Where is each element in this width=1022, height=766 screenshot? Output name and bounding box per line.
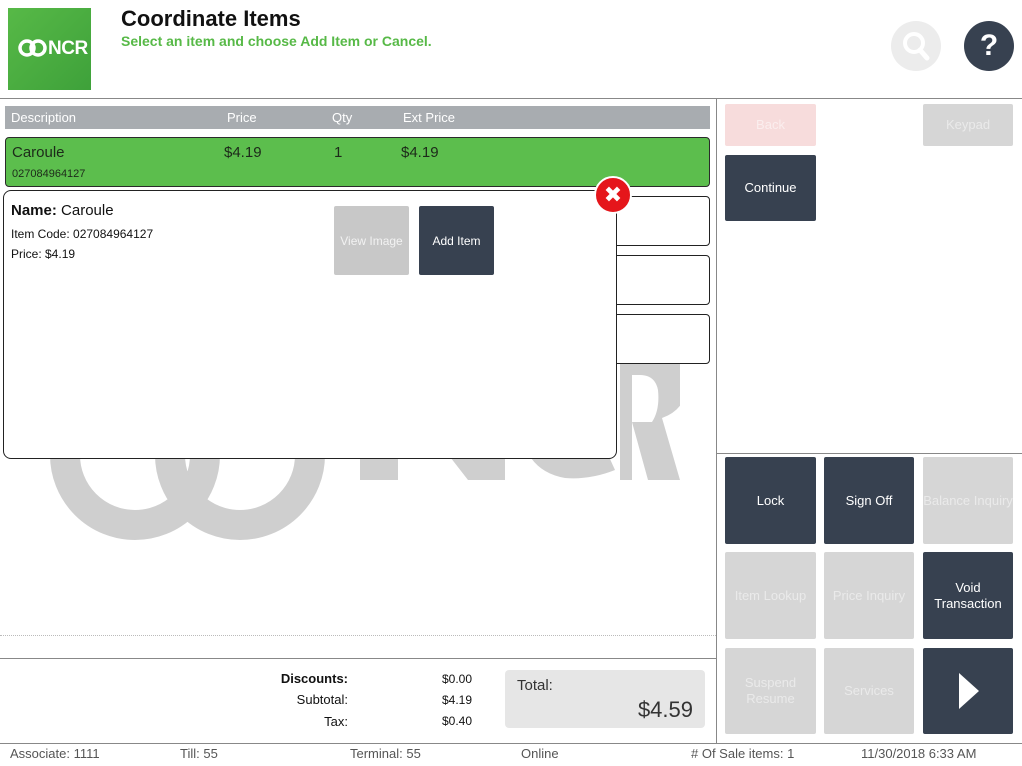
search-button[interactable] [891, 21, 941, 71]
total-amount: $4.59 [637, 697, 693, 722]
status-datetime: 11/30/2018 6:33 AM [861, 746, 977, 761]
popup-name-label: Name: [11, 202, 57, 219]
page-subtitle: Select an item and choose Add Item or Ca… [121, 33, 432, 49]
lock-button[interactable]: Lock [725, 457, 816, 544]
popup-name-value: Caroule [61, 202, 114, 219]
list-item[interactable] [605, 314, 710, 364]
ncr-logo-mark-icon [18, 39, 47, 57]
row-ext-price: $4.19 [401, 144, 439, 161]
search-icon [903, 32, 930, 61]
popup-item-code: Item Code: 027084964127 [11, 227, 154, 241]
close-popup-button[interactable]: ✖ [594, 176, 632, 214]
view-image-button[interactable]: View Image [334, 206, 409, 275]
tax-value: $0.40 [441, 714, 472, 728]
close-icon: ✖ [603, 182, 623, 207]
popup-name: Name: Caroule [11, 202, 114, 219]
col-qty: Qty [332, 110, 353, 125]
row-qty: 1 [334, 144, 343, 161]
void-transaction-button[interactable]: Void Transaction [923, 552, 1013, 639]
item-lookup-button[interactable]: Item Lookup [725, 552, 816, 639]
chevron-right-icon [959, 673, 979, 709]
total-box: Total: $4.59 [505, 670, 705, 728]
discounts-value: $0.00 [441, 672, 472, 686]
col-price: Price [227, 110, 257, 125]
item-detail-popup: Name: Caroule Item Code: 027084964127 Pr… [3, 190, 617, 459]
table-header: Description Price Qty Ext Price [5, 106, 710, 129]
services-button[interactable]: Services [824, 648, 914, 734]
status-sale-items: # Of Sale items: 1 [691, 746, 795, 761]
vertical-divider [716, 99, 717, 743]
status-till: Till: 55 [180, 746, 218, 761]
col-description: Description [11, 110, 77, 125]
totals-divider [0, 658, 716, 659]
header: NCR Coordinate Items Select an item and … [0, 0, 1022, 99]
status-divider [0, 743, 1022, 744]
popup-price: Price: $4.19 [11, 247, 76, 261]
subtotal-value: $4.19 [441, 693, 472, 707]
right-panel-divider [717, 453, 1022, 454]
help-button[interactable]: ? [964, 21, 1014, 71]
sign-off-button[interactable]: Sign Off [824, 457, 914, 544]
continue-button[interactable]: Continue [725, 155, 816, 221]
page-title: Coordinate Items [121, 6, 301, 31]
logo-text: NCR [48, 38, 88, 59]
discounts-label: Discounts: [280, 671, 348, 686]
status-online: Online [521, 746, 559, 761]
list-item[interactable] [605, 255, 710, 305]
suspend-resume-button[interactable]: Suspend Resume [725, 648, 816, 734]
status-associate: Associate: 1111 [10, 746, 100, 761]
row-description: Caroule [12, 144, 65, 161]
row-price: $4.19 [224, 144, 262, 161]
subtotal-label: Subtotal: [296, 692, 348, 707]
row-item-code: 027084964127 [12, 168, 86, 180]
dotted-divider [0, 635, 716, 636]
ncr-logo: NCR [8, 8, 91, 90]
add-item-button[interactable]: Add Item [419, 206, 494, 275]
tax-label: Tax: [324, 714, 348, 729]
back-button[interactable]: Back [725, 104, 816, 146]
col-ext-price: Ext Price [403, 110, 456, 125]
keypad-button[interactable]: Keypad [923, 104, 1013, 146]
question-icon: ? [979, 29, 999, 62]
balance-inquiry-button[interactable]: Balance Inquiry [923, 457, 1013, 544]
price-inquiry-button[interactable]: Price Inquiry [824, 552, 914, 639]
status-terminal: Terminal: 55 [350, 746, 421, 761]
total-label: Total: [517, 677, 553, 694]
next-page-button[interactable] [923, 648, 1013, 734]
